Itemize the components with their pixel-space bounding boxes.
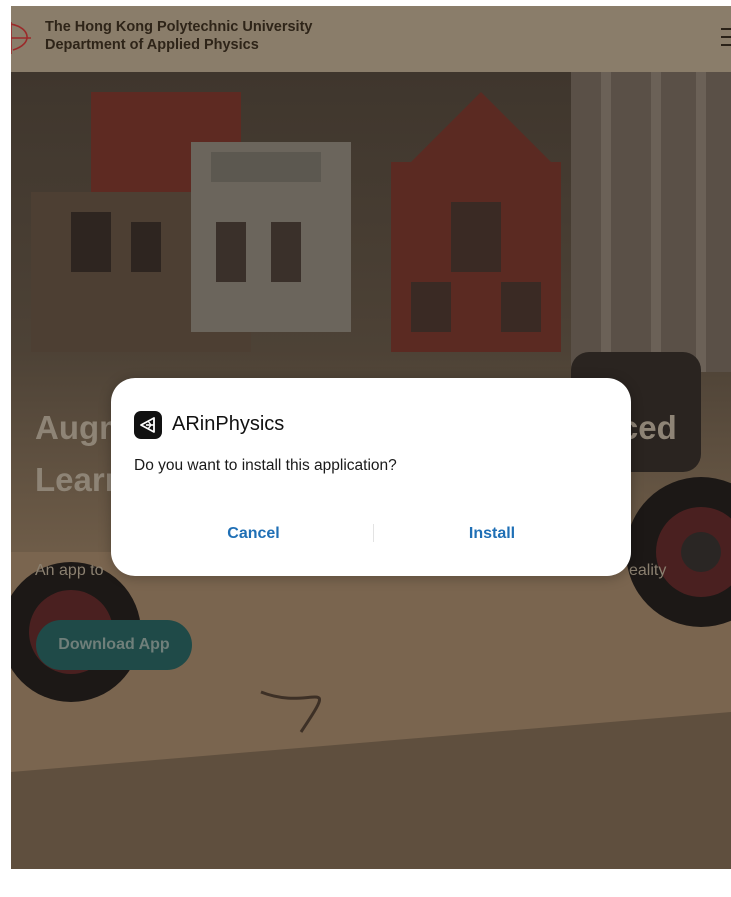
button-divider [373,524,374,542]
polyu-logo-icon [11,22,31,54]
university-name[interactable]: The Hong Kong Polytechnic University [45,19,312,35]
install-question: Do you want to install this application? [134,457,397,474]
install-button[interactable]: Install [407,514,577,554]
hamburger-menu-icon[interactable] [717,26,731,48]
cancel-button[interactable]: Cancel [171,514,336,554]
app-name: ARinPhysics [172,413,285,435]
hero-subtitle-end: eality [629,562,667,579]
unity-logo-icon [134,411,162,439]
department-name[interactable]: Department of Applied Physics [45,37,259,53]
site-header: The Hong Kong Polytechnic University Dep… [11,6,731,72]
install-dialog: ARinPhysics Do you want to install this … [111,378,631,576]
download-app-button[interactable]: Download App [36,620,192,670]
